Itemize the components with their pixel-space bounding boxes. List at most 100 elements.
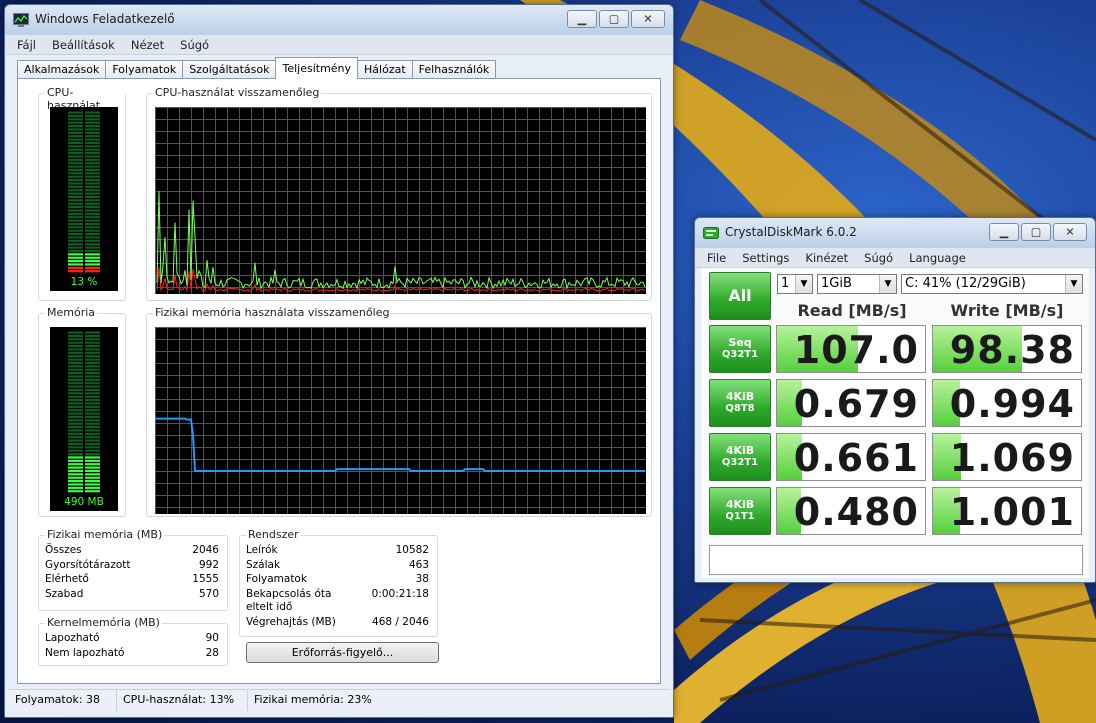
meter-segment — [85, 162, 100, 165]
tab-networking[interactable]: Hálózat — [357, 60, 413, 79]
cdm-menu-theme[interactable]: Kinézet — [797, 251, 856, 265]
4kib-q8t8-button[interactable]: 4KiB Q8T8 — [709, 379, 771, 427]
meter-segment — [85, 375, 100, 378]
meter-segment — [85, 165, 100, 168]
menu-options[interactable]: Beállítások — [44, 38, 123, 52]
write-result-4kib-q1t1: 1.001 — [932, 487, 1082, 535]
result-value: 1.069 — [949, 436, 1075, 480]
tab-processes[interactable]: Folyamatok — [105, 60, 184, 79]
kv-value: 468 / 2046 — [372, 616, 429, 628]
kernel-nonpaged-row: Nem lapozható 28 — [45, 647, 219, 661]
minimize-icon: ▁ — [577, 12, 587, 26]
meter-segment — [68, 453, 83, 456]
meter-segment — [85, 172, 100, 175]
maximize-button[interactable]: ▢ — [599, 10, 629, 28]
kv-key: Nem lapozható — [45, 647, 125, 659]
meter-segment — [85, 334, 100, 338]
system-commit-row: Végrehajtás (MB) 468 / 2046 — [246, 616, 429, 630]
meter-segment — [68, 195, 83, 199]
meter-segment — [68, 202, 83, 205]
meter-segment — [85, 409, 100, 412]
meter-segment — [85, 351, 100, 354]
task-manager-titlebar[interactable]: Windows Feladatkezelő ▁ ▢ ✕ — [5, 5, 673, 35]
meter-segment — [85, 216, 100, 219]
meter-segment — [85, 463, 100, 466]
menu-file[interactable]: Fájl — [9, 38, 44, 52]
4kib-q32t1-button[interactable]: 4KiB Q32T1 — [709, 433, 771, 481]
meter-segment — [85, 206, 100, 209]
meter-segment — [68, 463, 83, 466]
comment-field[interactable] — [709, 545, 1083, 575]
meter-segment — [68, 331, 83, 334]
meter-segment — [85, 480, 100, 483]
kv-key: Folyamatok — [246, 573, 307, 585]
meter-segment — [68, 422, 83, 425]
tab-applications[interactable]: Alkalmazások — [17, 60, 107, 79]
test-count-select[interactable]: 1 ▼ — [777, 274, 813, 294]
menu-view[interactable]: Nézet — [123, 38, 172, 52]
row-label-line2: Q32T1 — [721, 457, 759, 468]
cpu-usage-meter: 13 % — [50, 107, 118, 291]
meter-segment — [68, 135, 83, 138]
maximize-icon: ▢ — [608, 12, 620, 26]
drive-value: C: 41% (12/29GiB) — [905, 276, 1026, 291]
meter-segment — [85, 392, 100, 395]
cdm-body: All 1 ▼ 1GiB ▼ C: 41% (12/29GiB) ▼ Read … — [701, 268, 1089, 578]
row-label-line1: 4KiB — [725, 444, 755, 457]
meter-segment — [68, 229, 83, 232]
tab-performance[interactable]: Teljesítmény — [275, 57, 359, 79]
read-result-4kib-q8t8: 0.679 — [776, 379, 926, 427]
run-all-button[interactable]: All — [709, 272, 771, 320]
resource-monitor-button[interactable]: Erőforrás-figyelő... — [246, 642, 439, 663]
cdm-menu-file[interactable]: File — [699, 251, 734, 265]
meter-segment — [68, 382, 83, 385]
kv-value: 2046 — [192, 544, 219, 556]
tab-strip: Alkalmazások Folyamatok Szolgáltatások T… — [17, 57, 497, 79]
task-manager-client: Alkalmazások Folyamatok Szolgáltatások T… — [11, 57, 667, 689]
kv-key: Szálak — [246, 558, 281, 571]
meter-segment — [85, 459, 100, 462]
meter-segment — [68, 209, 83, 212]
cdm-menu-settings[interactable]: Settings — [734, 251, 797, 265]
meter-segment — [85, 341, 100, 344]
close-button[interactable]: ✕ — [631, 10, 665, 28]
meter-segment — [85, 365, 100, 368]
meter-segment — [85, 266, 100, 269]
minimize-button[interactable]: ▁ — [567, 10, 597, 28]
meter-segment — [85, 243, 100, 246]
memory-meter: 490 MB — [50, 327, 118, 511]
cdm-close-button[interactable]: ✕ — [1053, 223, 1087, 241]
meter-segment — [85, 469, 100, 473]
meter-segment — [68, 145, 83, 148]
cdm-minimize-button[interactable]: ▁ — [989, 223, 1019, 241]
kv-value: 463 — [408, 558, 429, 571]
meter-segment — [85, 222, 100, 226]
status-processes: Folyamatok: 38 — [9, 690, 117, 711]
4kib-q1t1-button[interactable]: 4KiB Q1T1 — [709, 487, 771, 535]
cdm-titlebar[interactable]: CrystalDiskMark 6.0.2 ▁ ▢ ✕ — [695, 218, 1095, 248]
seq-q32t1-button[interactable]: Seq Q32T1 — [709, 325, 771, 373]
meter-segment — [85, 219, 100, 222]
meter-segment — [85, 125, 100, 128]
test-size-select[interactable]: 1GiB ▼ — [817, 274, 897, 294]
write-result-4kib-q32t1: 1.069 — [932, 433, 1082, 481]
cdm-maximize-button[interactable]: ▢ — [1021, 223, 1051, 241]
meter-segment — [85, 141, 100, 145]
memory-history-label: Fizikai memória használata visszamenőleg — [153, 306, 392, 319]
close-icon: ✕ — [643, 12, 653, 26]
kv-key: Szabad — [45, 587, 84, 600]
meter-segment — [85, 345, 100, 348]
cdm-menu-help[interactable]: Súgó — [856, 251, 901, 265]
meter-segment — [68, 168, 83, 172]
kv-value: 38 — [415, 573, 429, 585]
meter-segment — [85, 138, 100, 141]
cdm-menu-language[interactable]: Language — [901, 251, 974, 265]
meter-segment — [85, 426, 100, 429]
meter-segment — [68, 372, 83, 375]
tab-services[interactable]: Szolgáltatások — [182, 60, 277, 79]
tab-users[interactable]: Felhasználók — [411, 60, 497, 79]
menu-help[interactable]: Súgó — [172, 38, 217, 52]
drive-select[interactable]: C: 41% (12/29GiB) ▼ — [901, 274, 1083, 294]
meter-segment — [68, 459, 83, 462]
task-manager-window: Windows Feladatkezelő ▁ ▢ ✕ Fájl Beállít… — [4, 4, 674, 718]
